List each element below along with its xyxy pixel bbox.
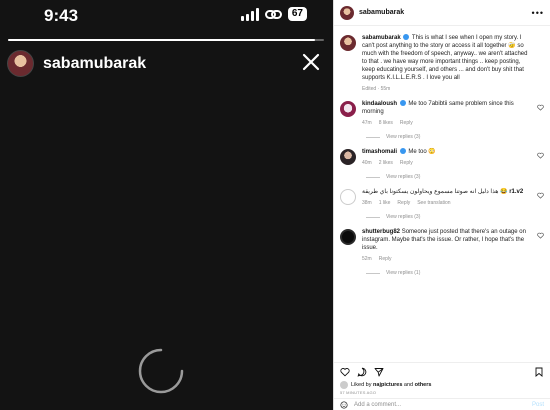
heart-icon[interactable] [537,192,544,199]
comment-item: هذا دليل انه صوتنا مسموع ويحاولون يسكتون… [340,180,544,206]
comment-time: 38m [362,200,372,206]
story-progress-bar [8,39,324,41]
comment-text: هذا دليل انه صوتنا مسموع ويحاولون يسكتون… [362,189,508,195]
avatar[interactable] [340,381,348,389]
comment-time: 52m [362,256,372,262]
share-icon[interactable] [374,367,384,377]
more-horizontal-icon[interactable]: ••• [532,8,544,18]
story-screen: 9:43 67 sabamubarak [0,0,333,410]
post-header: sabamubarak ••• [334,0,550,26]
comment-likes[interactable]: 2 likes [379,160,393,166]
avatar[interactable] [340,229,356,245]
post-comment-button[interactable]: Post [532,402,544,408]
post-caption: sabamubarak This is what I see when I op… [340,26,544,92]
signal-icon [240,7,259,21]
liked-by: Liked by najpictures and others [340,381,431,389]
comments-panel: sabamubarak ••• sabamubarak This is what… [333,0,550,410]
avatar[interactable] [340,5,354,20]
status-bar: 9:43 67 [0,0,333,30]
heart-icon[interactable] [537,104,544,111]
avatar[interactable] [340,149,356,165]
status-time: 9:43 [44,6,79,25]
comment-text: Me too 😳 [408,149,436,155]
verified-icon [399,100,406,106]
verified-icon [403,34,410,40]
comment-username[interactable]: kindaaloush [362,101,397,107]
comment-item: timashomali Me too 😳 40m 2 likes Reply [340,140,544,166]
liked-by-user[interactable]: najpictures [373,382,402,388]
comment-item: shutterbug82 Someone just posted that th… [340,220,544,262]
reply-button[interactable]: Reply [379,256,392,262]
add-comment-input[interactable]: Add a comment... [354,402,401,408]
reply-button[interactable]: Reply [400,120,413,126]
comment-username[interactable]: shutterbug82 [362,229,400,235]
caption-text: This is what I see when I open my story.… [362,35,528,81]
view-replies-button[interactable]: View replies (1) [366,270,544,276]
comment-username[interactable]: r1.v2 [509,189,523,195]
story-progress-fill [8,39,315,41]
comment-time: 47m [362,120,372,126]
comment-item: kindaaloush Me too 7abibtii same problem… [340,92,544,126]
comment-username[interactable]: timashomali [362,149,397,155]
loading-spinner-icon [138,348,184,394]
comment-list: sabamubarak This is what I see when I op… [334,26,550,276]
comment-icon[interactable] [357,367,367,377]
avatar[interactable] [340,101,356,117]
post-username[interactable]: sabamubarak [359,9,404,16]
avatar[interactable] [7,50,34,77]
avatar[interactable] [340,35,356,51]
post-time-ago: 57 MINUTES AGO [340,390,377,395]
close-icon[interactable] [301,52,321,72]
heart-icon[interactable] [537,232,544,239]
reply-button[interactable]: Reply [397,200,410,206]
bookmark-icon[interactable] [534,367,544,377]
liked-by-others[interactable]: others [415,382,432,388]
add-comment-bar: Add a comment... Post [334,398,550,410]
see-translation-link[interactable]: See translation [417,200,450,206]
reply-button[interactable]: Reply [400,160,413,166]
battery-indicator: 67 [287,7,307,21]
link-icon [264,9,282,19]
caption-username[interactable]: sabamubarak [362,35,401,41]
heart-icon[interactable] [537,152,544,159]
heart-icon[interactable] [340,367,350,377]
story-username[interactable]: sabamubarak [43,55,146,73]
comment-likes[interactable]: 1 like [379,200,391,206]
comment-likes[interactable]: 8 likes [379,120,393,126]
avatar[interactable] [340,189,356,205]
comment-time: 40m [362,160,372,166]
verified-icon [399,148,406,154]
emoji-icon[interactable] [340,401,348,409]
post-actions: Liked by najpictures and others 57 MINUT… [334,362,550,410]
